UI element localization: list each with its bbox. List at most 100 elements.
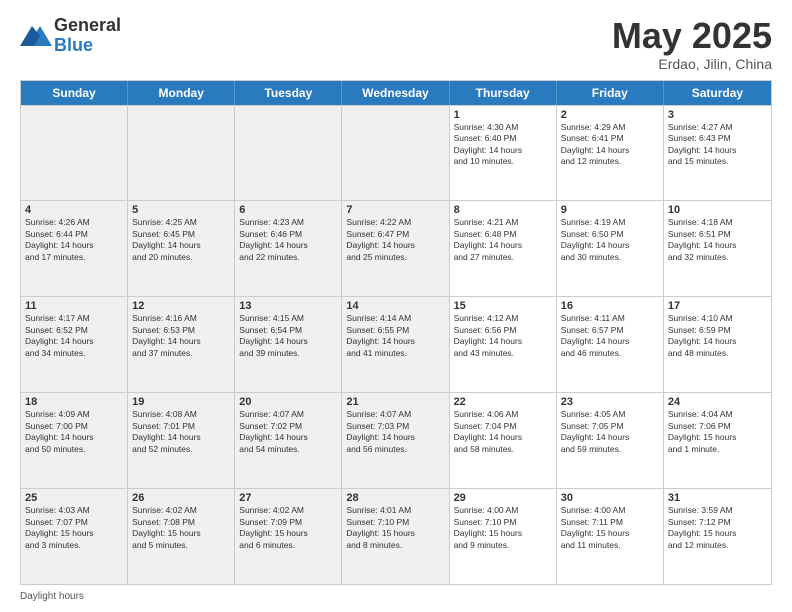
location: Erdao, Jilin, China	[612, 56, 772, 72]
calendar-week-5: 25Sunrise: 4:03 AM Sunset: 7:07 PM Dayli…	[21, 488, 771, 584]
day-header-friday: Friday	[557, 81, 664, 105]
calendar-cell: 3Sunrise: 4:27 AM Sunset: 6:43 PM Daylig…	[664, 106, 771, 201]
day-number: 25	[25, 492, 123, 504]
calendar-cell: 23Sunrise: 4:05 AM Sunset: 7:05 PM Dayli…	[557, 393, 664, 488]
month-title: May 2025	[612, 16, 772, 56]
day-number: 7	[346, 204, 444, 216]
calendar-cell: 6Sunrise: 4:23 AM Sunset: 6:46 PM Daylig…	[235, 201, 342, 296]
day-info: Sunrise: 4:19 AM Sunset: 6:50 PM Dayligh…	[561, 217, 659, 263]
day-number: 28	[346, 492, 444, 504]
calendar-body: 1Sunrise: 4:30 AM Sunset: 6:40 PM Daylig…	[21, 105, 771, 584]
day-info: Sunrise: 4:10 AM Sunset: 6:59 PM Dayligh…	[668, 313, 767, 359]
calendar-cell: 15Sunrise: 4:12 AM Sunset: 6:56 PM Dayli…	[450, 297, 557, 392]
day-number: 23	[561, 396, 659, 408]
title-block: May 2025 Erdao, Jilin, China	[612, 16, 772, 72]
calendar-cell	[342, 106, 449, 201]
day-info: Sunrise: 4:05 AM Sunset: 7:05 PM Dayligh…	[561, 409, 659, 455]
footer: Daylight hours	[20, 591, 772, 602]
day-number: 14	[346, 300, 444, 312]
day-info: Sunrise: 4:16 AM Sunset: 6:53 PM Dayligh…	[132, 313, 230, 359]
day-info: Sunrise: 4:11 AM Sunset: 6:57 PM Dayligh…	[561, 313, 659, 359]
day-number: 3	[668, 109, 767, 121]
calendar-cell: 29Sunrise: 4:00 AM Sunset: 7:10 PM Dayli…	[450, 489, 557, 584]
day-info: Sunrise: 4:08 AM Sunset: 7:01 PM Dayligh…	[132, 409, 230, 455]
calendar-cell: 13Sunrise: 4:15 AM Sunset: 6:54 PM Dayli…	[235, 297, 342, 392]
calendar-cell: 27Sunrise: 4:02 AM Sunset: 7:09 PM Dayli…	[235, 489, 342, 584]
calendar-cell: 7Sunrise: 4:22 AM Sunset: 6:47 PM Daylig…	[342, 201, 449, 296]
day-number: 24	[668, 396, 767, 408]
calendar-cell: 21Sunrise: 4:07 AM Sunset: 7:03 PM Dayli…	[342, 393, 449, 488]
logo-blue-text: Blue	[54, 36, 121, 56]
day-number: 6	[239, 204, 337, 216]
day-info: Sunrise: 4:17 AM Sunset: 6:52 PM Dayligh…	[25, 313, 123, 359]
day-number: 5	[132, 204, 230, 216]
calendar: SundayMondayTuesdayWednesdayThursdayFrid…	[20, 80, 772, 585]
calendar-cell: 14Sunrise: 4:14 AM Sunset: 6:55 PM Dayli…	[342, 297, 449, 392]
day-info: Sunrise: 4:09 AM Sunset: 7:00 PM Dayligh…	[25, 409, 123, 455]
logo-general-text: General	[54, 16, 121, 36]
day-number: 9	[561, 204, 659, 216]
day-info: Sunrise: 3:59 AM Sunset: 7:12 PM Dayligh…	[668, 505, 767, 551]
day-info: Sunrise: 4:18 AM Sunset: 6:51 PM Dayligh…	[668, 217, 767, 263]
calendar-cell: 18Sunrise: 4:09 AM Sunset: 7:00 PM Dayli…	[21, 393, 128, 488]
day-info: Sunrise: 4:27 AM Sunset: 6:43 PM Dayligh…	[668, 122, 767, 168]
day-info: Sunrise: 4:15 AM Sunset: 6:54 PM Dayligh…	[239, 313, 337, 359]
calendar-week-2: 4Sunrise: 4:26 AM Sunset: 6:44 PM Daylig…	[21, 200, 771, 296]
calendar-cell: 28Sunrise: 4:01 AM Sunset: 7:10 PM Dayli…	[342, 489, 449, 584]
day-info: Sunrise: 4:03 AM Sunset: 7:07 PM Dayligh…	[25, 505, 123, 551]
day-header-thursday: Thursday	[450, 81, 557, 105]
calendar-week-1: 1Sunrise: 4:30 AM Sunset: 6:40 PM Daylig…	[21, 105, 771, 201]
day-info: Sunrise: 4:30 AM Sunset: 6:40 PM Dayligh…	[454, 122, 552, 168]
day-info: Sunrise: 4:06 AM Sunset: 7:04 PM Dayligh…	[454, 409, 552, 455]
day-number: 15	[454, 300, 552, 312]
day-header-wednesday: Wednesday	[342, 81, 449, 105]
day-number: 26	[132, 492, 230, 504]
day-header-sunday: Sunday	[21, 81, 128, 105]
calendar-cell: 5Sunrise: 4:25 AM Sunset: 6:45 PM Daylig…	[128, 201, 235, 296]
logo: General Blue	[20, 16, 121, 56]
calendar-cell: 20Sunrise: 4:07 AM Sunset: 7:02 PM Dayli…	[235, 393, 342, 488]
day-number: 11	[25, 300, 123, 312]
day-info: Sunrise: 4:01 AM Sunset: 7:10 PM Dayligh…	[346, 505, 444, 551]
calendar-cell: 22Sunrise: 4:06 AM Sunset: 7:04 PM Dayli…	[450, 393, 557, 488]
calendar-cell: 12Sunrise: 4:16 AM Sunset: 6:53 PM Dayli…	[128, 297, 235, 392]
day-info: Sunrise: 4:29 AM Sunset: 6:41 PM Dayligh…	[561, 122, 659, 168]
day-number: 21	[346, 396, 444, 408]
calendar-cell: 10Sunrise: 4:18 AM Sunset: 6:51 PM Dayli…	[664, 201, 771, 296]
day-number: 4	[25, 204, 123, 216]
day-number: 29	[454, 492, 552, 504]
day-number: 31	[668, 492, 767, 504]
day-info: Sunrise: 4:26 AM Sunset: 6:44 PM Dayligh…	[25, 217, 123, 263]
day-info: Sunrise: 4:12 AM Sunset: 6:56 PM Dayligh…	[454, 313, 552, 359]
calendar-cell: 19Sunrise: 4:08 AM Sunset: 7:01 PM Dayli…	[128, 393, 235, 488]
day-number: 19	[132, 396, 230, 408]
logo-text: General Blue	[54, 16, 121, 56]
calendar-cell: 1Sunrise: 4:30 AM Sunset: 6:40 PM Daylig…	[450, 106, 557, 201]
calendar-cell	[21, 106, 128, 201]
calendar-cell: 16Sunrise: 4:11 AM Sunset: 6:57 PM Dayli…	[557, 297, 664, 392]
day-number: 17	[668, 300, 767, 312]
calendar-cell: 31Sunrise: 3:59 AM Sunset: 7:12 PM Dayli…	[664, 489, 771, 584]
day-number: 18	[25, 396, 123, 408]
day-number: 1	[454, 109, 552, 121]
calendar-cell	[235, 106, 342, 201]
day-info: Sunrise: 4:02 AM Sunset: 7:08 PM Dayligh…	[132, 505, 230, 551]
logo-icon	[20, 22, 52, 50]
day-number: 10	[668, 204, 767, 216]
day-number: 22	[454, 396, 552, 408]
footer-text: Daylight hours	[20, 591, 84, 602]
calendar-cell: 24Sunrise: 4:04 AM Sunset: 7:06 PM Dayli…	[664, 393, 771, 488]
day-number: 12	[132, 300, 230, 312]
day-number: 13	[239, 300, 337, 312]
calendar-cell: 26Sunrise: 4:02 AM Sunset: 7:08 PM Dayli…	[128, 489, 235, 584]
calendar-cell: 17Sunrise: 4:10 AM Sunset: 6:59 PM Dayli…	[664, 297, 771, 392]
day-header-monday: Monday	[128, 81, 235, 105]
day-header-tuesday: Tuesday	[235, 81, 342, 105]
day-info: Sunrise: 4:07 AM Sunset: 7:02 PM Dayligh…	[239, 409, 337, 455]
page: General Blue May 2025 Erdao, Jilin, Chin…	[0, 0, 792, 612]
day-number: 8	[454, 204, 552, 216]
calendar-cell: 2Sunrise: 4:29 AM Sunset: 6:41 PM Daylig…	[557, 106, 664, 201]
header: General Blue May 2025 Erdao, Jilin, Chin…	[20, 16, 772, 72]
day-info: Sunrise: 4:07 AM Sunset: 7:03 PM Dayligh…	[346, 409, 444, 455]
calendar-cell: 9Sunrise: 4:19 AM Sunset: 6:50 PM Daylig…	[557, 201, 664, 296]
